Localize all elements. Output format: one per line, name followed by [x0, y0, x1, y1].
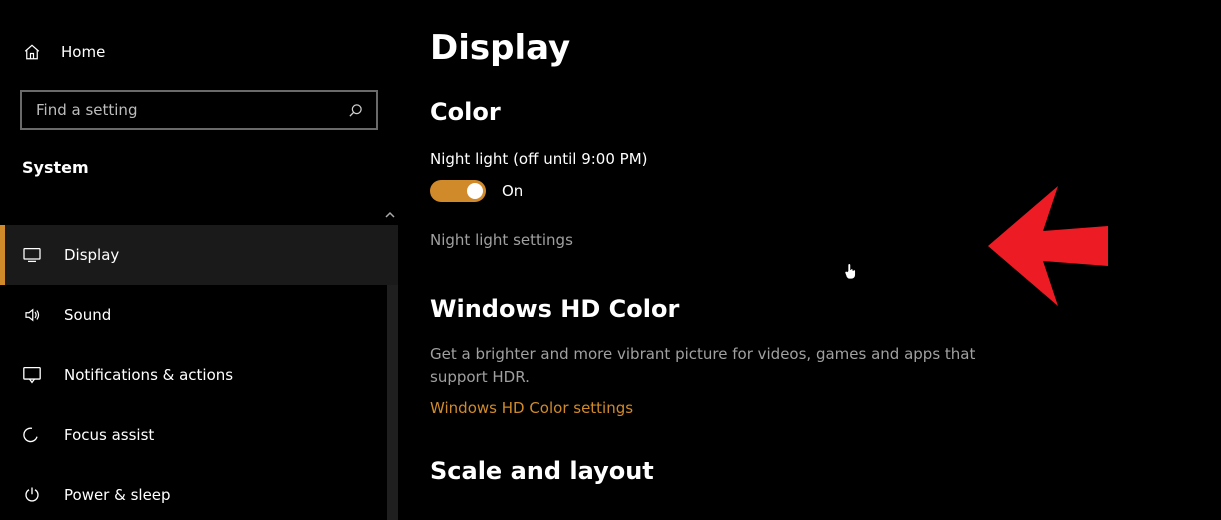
sidebar-item-power-sleep[interactable]: Power & sleep	[0, 465, 398, 520]
home-label: Home	[61, 43, 105, 61]
main-content: Display Color Night light (off until 9:0…	[398, 0, 1221, 520]
sidebar-item-label: Power & sleep	[64, 486, 171, 504]
sidebar-item-display[interactable]: Display	[0, 225, 398, 285]
power-icon	[22, 485, 42, 505]
hdr-settings-link[interactable]: Windows HD Color settings	[430, 399, 633, 417]
sidebar-item-sound[interactable]: Sound	[0, 285, 398, 345]
search-box[interactable]	[20, 90, 378, 130]
notifications-icon	[22, 365, 42, 385]
color-heading: Color	[430, 98, 1181, 126]
toggle-knob	[467, 183, 483, 199]
home-button[interactable]: Home	[0, 36, 398, 68]
sidebar-nav: Display Sound	[0, 225, 398, 520]
home-icon	[22, 42, 42, 62]
night-light-toggle[interactable]	[430, 180, 486, 202]
sidebar-item-label: Focus assist	[64, 426, 154, 444]
sidebar-item-focus-assist[interactable]: Focus assist	[0, 405, 398, 465]
toggle-state-label: On	[502, 182, 523, 200]
settings-sidebar: Home System	[0, 0, 398, 520]
sidebar-item-label: Display	[64, 246, 119, 264]
search-input[interactable]	[36, 101, 336, 119]
search-icon	[348, 102, 364, 118]
display-icon	[22, 245, 42, 265]
sound-icon	[22, 305, 42, 325]
night-light-settings-link[interactable]: Night light settings	[430, 231, 573, 249]
page-title: Display	[430, 28, 1181, 68]
focus-assist-icon	[22, 425, 42, 445]
scroll-up-chevron[interactable]	[385, 210, 395, 220]
night-light-label: Night light (off until 9:00 PM)	[430, 150, 1181, 168]
sidebar-section-title: System	[0, 158, 398, 177]
scale-heading: Scale and layout	[430, 457, 1181, 485]
sidebar-item-label: Sound	[64, 306, 111, 324]
sidebar-item-label: Notifications & actions	[64, 366, 233, 384]
cursor-icon	[843, 262, 859, 280]
hdr-heading: Windows HD Color	[430, 295, 1181, 323]
hdr-description: Get a brighter and more vibrant picture …	[430, 343, 990, 388]
sidebar-item-notifications[interactable]: Notifications & actions	[0, 345, 398, 405]
